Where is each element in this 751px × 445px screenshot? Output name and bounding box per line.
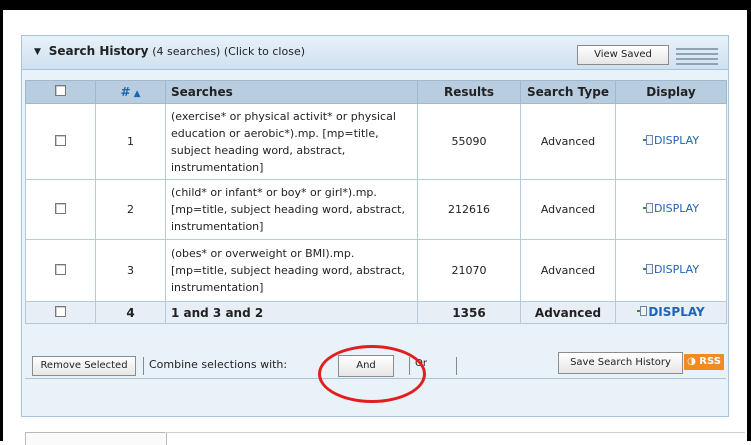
search-history-title[interactable]: ▼ Search History (4 searches) (Click to … bbox=[34, 44, 305, 58]
rss-label: RSS bbox=[699, 356, 721, 367]
row-search-type: Advanced bbox=[520, 179, 616, 240]
num-column-header[interactable]: # ▲ bbox=[95, 80, 166, 104]
display-link[interactable]: DISPLAY bbox=[637, 304, 705, 319]
select-all-checkbox[interactable] bbox=[55, 85, 66, 96]
table-row: 2 (child* or infant* or boy* or girl*).m… bbox=[25, 179, 727, 240]
row-checkbox[interactable] bbox=[55, 263, 66, 275]
bottom-divider bbox=[165, 432, 745, 433]
window-frame-top bbox=[0, 0, 751, 10]
window-frame-right bbox=[747, 0, 751, 441]
row-checkbox[interactable] bbox=[55, 134, 66, 146]
table-header-row: # ▲ Searches Results Search Type Display bbox=[25, 80, 727, 104]
row-checkbox[interactable] bbox=[55, 202, 66, 214]
display-link-label: DISPLAY bbox=[653, 263, 700, 276]
display-document-icon bbox=[637, 306, 648, 317]
toolbar-divider bbox=[143, 357, 144, 375]
row-select-cell bbox=[25, 103, 96, 180]
toolbar-divider bbox=[456, 357, 457, 375]
rss-feed-button[interactable]: ◑ RSS bbox=[684, 354, 724, 370]
row-search-type: Advanced bbox=[520, 301, 616, 324]
display-link[interactable]: DISPLAY bbox=[642, 263, 700, 276]
results-column-header: Results bbox=[417, 80, 521, 104]
select-all-header[interactable] bbox=[25, 80, 96, 104]
row-select-cell bbox=[25, 239, 96, 302]
row-number: 3 bbox=[95, 239, 166, 302]
table-row: 1 (exercise* or physical activit* or phy… bbox=[25, 103, 727, 180]
row-results: 21070 bbox=[417, 239, 521, 302]
display-link[interactable]: DISPLAY bbox=[642, 202, 700, 215]
search-history-header[interactable]: ▼ Search History (4 searches) (Click to … bbox=[22, 36, 728, 70]
row-search-query: (child* or infant* or boy* or girl*).mp.… bbox=[165, 179, 418, 240]
row-number: 1 bbox=[95, 103, 166, 180]
table-row: 4 1 and 3 and 2 1356 Advanced DISPLAY bbox=[25, 301, 727, 324]
row-results: 1356 bbox=[417, 301, 521, 324]
search-type-column-header: Search Type bbox=[520, 80, 616, 104]
row-display-cell: DISPLAY bbox=[615, 239, 727, 302]
display-link[interactable]: DISPLAY bbox=[642, 134, 700, 147]
window-frame-left bbox=[0, 0, 3, 441]
collapse-triangle-icon[interactable]: ▼ bbox=[34, 47, 41, 57]
display-link-label: DISPLAY bbox=[653, 134, 700, 147]
list-view-icon[interactable] bbox=[674, 45, 720, 65]
annotation-circle bbox=[318, 345, 426, 403]
row-search-query: 1 and 3 and 2 bbox=[165, 301, 418, 324]
display-link-label: DISPLAY bbox=[648, 304, 705, 319]
row-search-type: Advanced bbox=[520, 103, 616, 180]
search-history-count: (4 searches) (Click to close) bbox=[152, 45, 306, 58]
row-results: 55090 bbox=[417, 103, 521, 180]
row-display-cell: DISPLAY bbox=[615, 301, 727, 324]
rss-icon: ◑ bbox=[687, 356, 700, 367]
table-row: 3 (obes* or overweight or BMI).mp. [mp=t… bbox=[25, 239, 727, 302]
row-display-cell: DISPLAY bbox=[615, 179, 727, 240]
row-search-type: Advanced bbox=[520, 239, 616, 302]
view-saved-button[interactable]: View Saved bbox=[577, 45, 669, 65]
bottom-tab[interactable] bbox=[25, 432, 167, 445]
row-results: 212616 bbox=[417, 179, 521, 240]
search-history-label: Search History bbox=[48, 44, 149, 58]
row-select-cell bbox=[25, 301, 96, 324]
display-link-label: DISPLAY bbox=[653, 202, 700, 215]
num-column-label: # bbox=[120, 85, 131, 99]
row-search-query: (obes* or overweight or BMI).mp. [mp=tit… bbox=[165, 239, 418, 302]
combine-selections-label: Combine selections with: bbox=[149, 358, 288, 371]
display-document-icon bbox=[642, 135, 653, 146]
display-document-icon bbox=[642, 203, 653, 214]
remove-selected-button[interactable]: Remove Selected bbox=[32, 356, 136, 376]
save-search-history-button[interactable]: Save Search History bbox=[558, 352, 683, 374]
display-column-header: Display bbox=[615, 80, 727, 104]
row-select-cell bbox=[25, 179, 96, 240]
display-document-icon bbox=[642, 264, 653, 275]
row-number: 4 bbox=[95, 301, 166, 324]
sort-ascending-icon[interactable]: ▲ bbox=[134, 89, 141, 99]
row-display-cell: DISPLAY bbox=[615, 103, 727, 180]
row-number: 2 bbox=[95, 179, 166, 240]
searches-column-header: Searches bbox=[165, 80, 418, 104]
search-history-table: # ▲ Searches Results Search Type Display … bbox=[25, 80, 727, 324]
row-search-query: (exercise* or physical activit* or physi… bbox=[165, 103, 418, 180]
row-checkbox[interactable] bbox=[55, 305, 66, 317]
